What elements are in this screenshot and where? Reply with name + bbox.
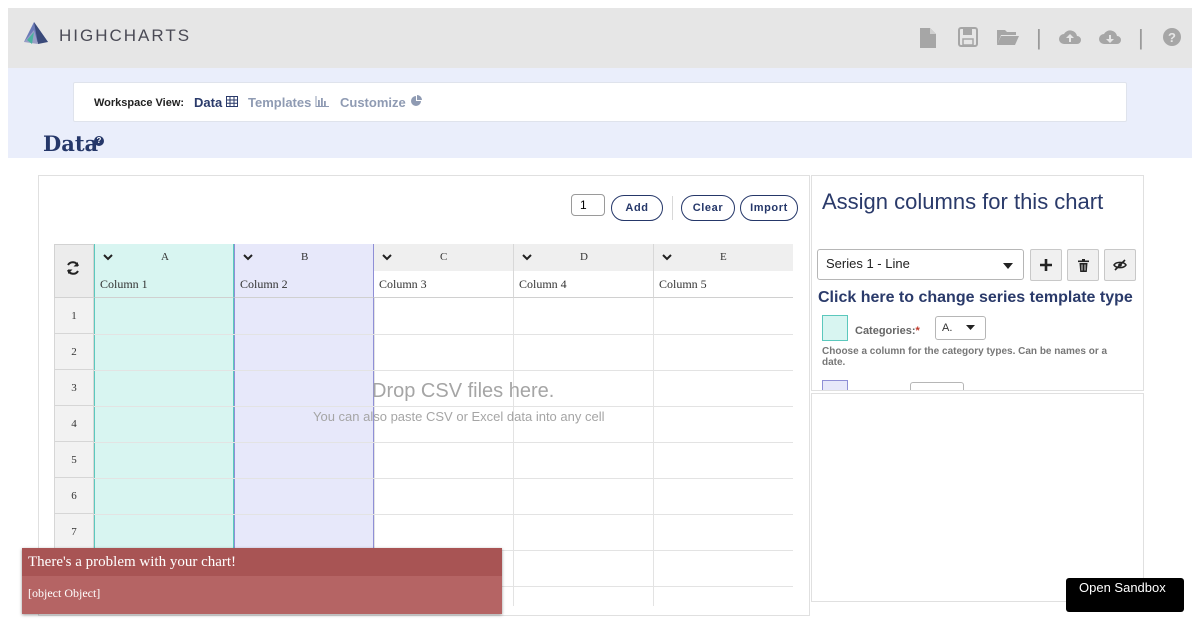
- drop-zone-title: Drop CSV files here.: [372, 380, 555, 402]
- help-icon[interactable]: ?: [1162, 27, 1184, 49]
- table-icon: [226, 95, 239, 110]
- categories-color-swatch: [822, 315, 848, 341]
- workspace-view-label: Workspace View:: [94, 97, 185, 109]
- toggle-visibility-button[interactable]: [1104, 249, 1136, 281]
- cloud-download-icon[interactable]: [1098, 27, 1121, 49]
- categories-label: Categories:*: [855, 325, 920, 337]
- caret-down-icon: [1003, 263, 1013, 269]
- eye-slash-icon: [1113, 259, 1127, 271]
- categories-column-select[interactable]: A.: [935, 316, 986, 340]
- column-name-cell[interactable]: Column 1: [94, 271, 234, 298]
- column-letter: C: [440, 251, 448, 263]
- plus-icon: [1040, 259, 1052, 271]
- column-letter: A: [161, 251, 169, 263]
- required-marker: *: [915, 325, 920, 337]
- row-header[interactable]: 3: [54, 370, 94, 406]
- series-color-swatch: [822, 380, 848, 390]
- row-count-input[interactable]: [571, 194, 605, 216]
- svg-text:?: ?: [1168, 30, 1176, 45]
- row-divider: [94, 478, 793, 479]
- highcharts-logo-icon: [22, 20, 50, 48]
- column-letter: D: [580, 251, 588, 263]
- workspace-tab-templates[interactable]: Templates: [248, 95, 330, 110]
- refresh-icon[interactable]: [66, 261, 80, 280]
- row-header[interactable]: 1: [54, 298, 94, 334]
- column-divider: [513, 298, 514, 606]
- workspace-tab-label: Templates: [248, 95, 312, 110]
- workspace-tab-label: Customize: [340, 95, 406, 110]
- save-icon[interactable]: [958, 27, 980, 49]
- assign-columns-title: Assign columns for this chart: [822, 189, 1104, 214]
- import-button[interactable]: Import: [740, 195, 798, 221]
- drop-zone-subtitle: You can also paste CSV or Excel data int…: [313, 409, 605, 424]
- help-badge-icon[interactable]: ?: [94, 136, 104, 146]
- logo-text: HIGHCHARTS: [59, 26, 192, 45]
- add-rows-button[interactable]: Add: [611, 195, 663, 221]
- chevron-down-icon[interactable]: [243, 254, 253, 261]
- column-name-cell[interactable]: Column 5: [654, 271, 793, 298]
- row-header[interactable]: 6: [54, 478, 94, 514]
- categories-select-value: A.: [942, 322, 953, 334]
- column-header-e[interactable]: E: [654, 244, 793, 271]
- categories-label-text: Categories:: [855, 325, 916, 337]
- delete-series-button[interactable]: [1067, 249, 1099, 281]
- chevron-down-icon[interactable]: [662, 254, 672, 261]
- column-header-c[interactable]: C: [374, 244, 514, 271]
- column-name-cell[interactable]: Column 4: [514, 271, 654, 298]
- series-select[interactable]: Series 1 - Line: [817, 249, 1024, 280]
- row-divider: [94, 334, 793, 335]
- new-file-icon[interactable]: [918, 27, 940, 49]
- toolbar-divider: |: [1138, 25, 1144, 50]
- change-template-link[interactable]: Click here to change series template typ…: [818, 289, 1133, 307]
- button-divider: [672, 196, 673, 220]
- column-header-d[interactable]: D: [514, 244, 654, 271]
- clear-button[interactable]: Clear: [681, 195, 735, 221]
- row-divider: [94, 514, 793, 515]
- error-toast-body: [object Object]: [22, 576, 502, 614]
- workspace-tab-customize[interactable]: Customize: [340, 95, 422, 110]
- column-letter: E: [720, 251, 727, 263]
- trash-icon: [1077, 258, 1089, 272]
- page-title: Data: [43, 131, 99, 156]
- workspace-tab-label: Data: [194, 95, 223, 110]
- caret-down-icon: [966, 325, 975, 330]
- column-header-b[interactable]: B: [234, 244, 374, 271]
- column-header-a[interactable]: A: [94, 244, 234, 271]
- error-toast[interactable]: There's a problem with your chart! [obje…: [22, 548, 502, 614]
- chevron-down-icon[interactable]: [382, 254, 392, 261]
- row-header[interactable]: 5: [54, 442, 94, 478]
- column-select[interactable]: [910, 382, 964, 390]
- column-name-cell[interactable]: Column 2: [234, 271, 374, 298]
- toolbar-divider: |: [1036, 25, 1042, 50]
- categories-help-text: Choose a column for the category types. …: [822, 346, 1108, 368]
- add-series-button[interactable]: [1030, 249, 1062, 281]
- chevron-down-icon[interactable]: [103, 254, 113, 261]
- row-divider: [94, 406, 793, 407]
- column-letter: B: [301, 251, 309, 263]
- chevron-down-icon[interactable]: [522, 254, 532, 261]
- row-header[interactable]: 7: [54, 514, 94, 550]
- pie-chart-icon: [410, 95, 422, 110]
- workspace-tab-data[interactable]: Data: [194, 95, 239, 110]
- open-sandbox-button[interactable]: Open Sandbox: [1066, 578, 1184, 612]
- column-name-cell[interactable]: Column 3: [374, 271, 514, 298]
- open-folder-icon[interactable]: [996, 27, 1019, 49]
- cloud-upload-icon[interactable]: [1058, 27, 1081, 49]
- row-header[interactable]: 4: [54, 406, 94, 442]
- bar-chart-icon: [315, 95, 330, 110]
- row-divider: [94, 370, 793, 371]
- error-toast-title: There's a problem with your chart!: [22, 548, 502, 576]
- row-header[interactable]: 2: [54, 334, 94, 370]
- chart-preview-panel: [811, 393, 1144, 602]
- row-divider: [94, 442, 793, 443]
- series-select-value: Series 1 - Line: [826, 256, 910, 271]
- column-divider: [653, 298, 654, 606]
